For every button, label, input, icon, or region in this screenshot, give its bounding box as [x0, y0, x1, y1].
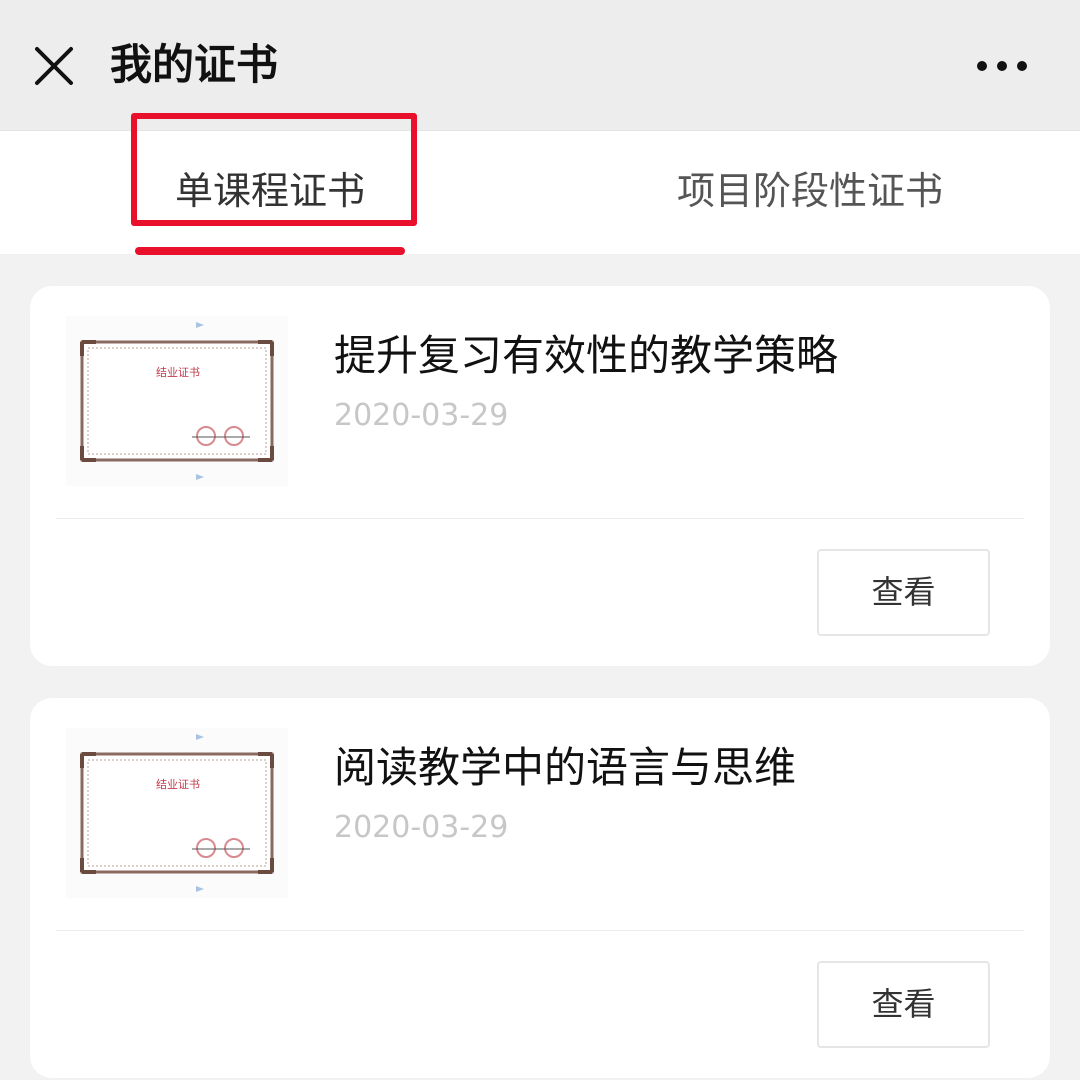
tab-label: 单课程证书: [174, 169, 365, 213]
tab-single-course-certificate[interactable]: 单课程证书: [135, 131, 405, 255]
page-title: 我的证书: [110, 40, 279, 89]
close-icon: [35, 47, 73, 85]
certificate-image: [66, 316, 288, 486]
tab-project-stage-certificate[interactable]: 项目阶段性证书: [640, 131, 980, 255]
certificate-thumbnail: 结业证书: [66, 728, 288, 898]
tab-label: 项目阶段性证书: [676, 169, 943, 213]
thumbnail-caption: 结业证书: [156, 366, 200, 379]
certificate-title: 提升复习有效性的教学策略: [334, 331, 839, 380]
certificate-title: 阅读教学中的语言与思维: [334, 743, 797, 792]
more-button[interactable]: [972, 50, 1032, 82]
close-button[interactable]: [30, 42, 78, 90]
thumbnail-caption: 结业证书: [156, 778, 200, 791]
view-button[interactable]: 查看: [817, 961, 990, 1048]
certificate-thumbnail: 结业证书: [66, 316, 288, 486]
card-divider: [56, 930, 1024, 931]
certificate-date: 2020-03-29: [334, 398, 509, 433]
certificate-card: 结业证书 提升复习有效性的教学策略 2020-03-29 查看: [30, 286, 1050, 666]
certificate-date: 2020-03-29: [334, 810, 509, 845]
active-tab-indicator: [135, 247, 405, 255]
card-divider: [56, 518, 1024, 519]
view-button[interactable]: 查看: [817, 549, 990, 636]
tab-bar: 单课程证书 项目阶段性证书: [0, 130, 1080, 255]
certificate-image: [66, 728, 288, 898]
certificate-card: 结业证书 阅读教学中的语言与思维 2020-03-29 查看: [30, 698, 1050, 1078]
more-horizontal-icon: [977, 61, 1027, 71]
header-bar: 我的证书: [0, 0, 1080, 130]
